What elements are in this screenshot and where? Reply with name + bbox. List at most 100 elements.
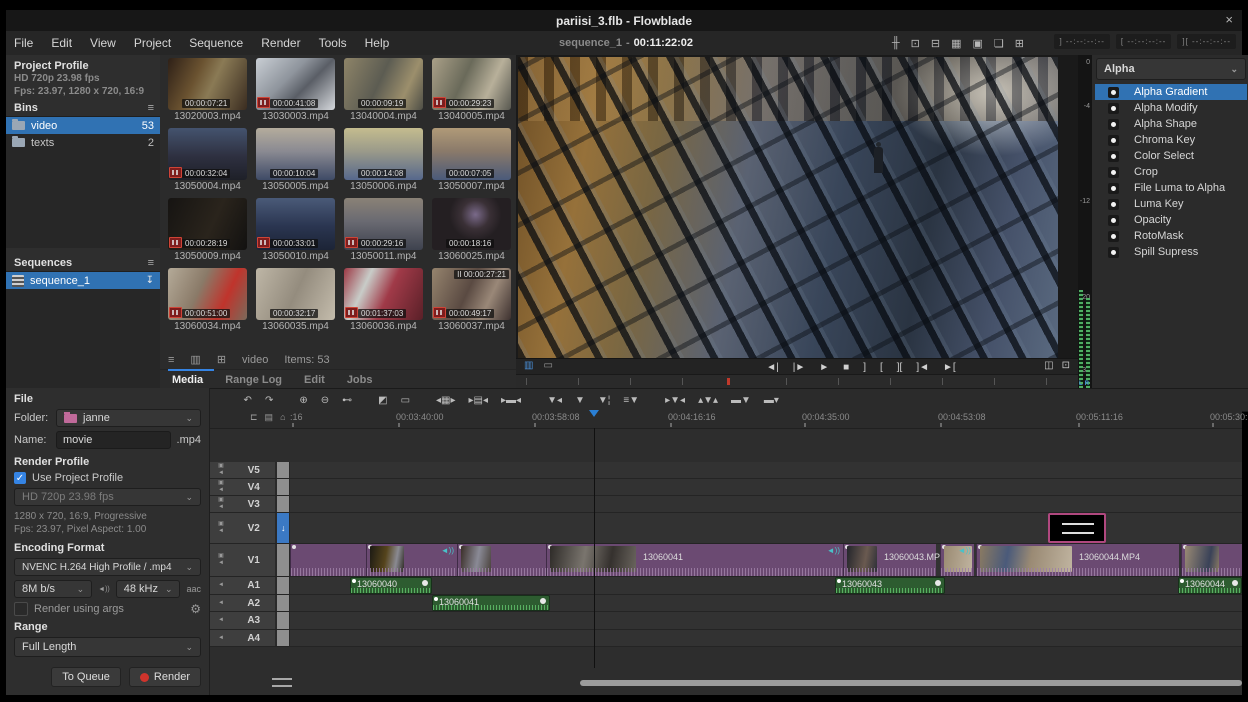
track-active-toggle[interactable] [276, 496, 290, 512]
media-thumbnail[interactable]: 00:00:32:04 [168, 128, 247, 180]
video-clip[interactable]: 13060043.MP4 [843, 544, 936, 576]
toolbar-icon[interactable]: ▦ [951, 37, 961, 50]
transport-button[interactable]: ◄| [766, 362, 779, 373]
media-thumbnail[interactable]: 00:00:07:05 [432, 128, 511, 180]
ruler-option-icon[interactable]: ⌂ [280, 412, 285, 423]
filter-item[interactable]: Crop [1095, 164, 1247, 180]
remove-keyframe-icon[interactable]: ⊖ [321, 395, 329, 406]
track-head[interactable]: ▣ ◄ A3 [210, 612, 276, 629]
ruler-option-icon[interactable]: ▤ [265, 412, 274, 423]
media-item[interactable]: 00:00:32:17 13060035.mp4 [254, 268, 337, 332]
track-active-toggle[interactable] [276, 479, 290, 495]
media-tab[interactable]: Range Log [225, 374, 282, 386]
track-active-toggle[interactable]: ↓ [276, 513, 290, 543]
menu-item[interactable]: Edit [51, 36, 72, 50]
sequences-menu-icon[interactable]: ≡ [148, 257, 154, 269]
toolbar-icon[interactable]: ▣ [973, 37, 983, 50]
track-mute-icon[interactable]: ◄ [218, 504, 224, 511]
track-active-toggle[interactable] [276, 595, 290, 611]
track-display-icon[interactable]: ▣ [218, 463, 224, 470]
track-mute-icon[interactable]: ◄ [218, 560, 224, 567]
lane-v4[interactable] [290, 479, 1242, 496]
track-display-icon[interactable]: ▣ [218, 553, 224, 560]
media-thumbnail[interactable]: 00:00:29:23 [432, 58, 511, 110]
video-clip[interactable]: ◄)) [366, 544, 457, 576]
lane-a2[interactable]: 13060041 [290, 595, 1242, 612]
media-thumbnail[interactable]: 00:01:37:03 [344, 268, 423, 320]
lane-a3[interactable] [290, 612, 1242, 630]
media-tab[interactable]: Jobs [347, 374, 373, 386]
undo-button[interactable]: ↶ [244, 395, 252, 406]
timeline-ruler[interactable]: ⊏▤⌂ :1600:03:40:0000:03:58:0800:04:16:16… [210, 410, 1242, 429]
mute-clip-icon[interactable]: ▬▼ [731, 395, 751, 406]
filter-item[interactable]: Alpha Gradient [1095, 84, 1247, 100]
media-item[interactable]: 00:00:07:05 13050007.mp4 [430, 128, 513, 192]
media-menu-icon[interactable]: ≡ [168, 354, 174, 366]
track-mute-icon[interactable]: ◄ [218, 487, 224, 494]
filter-item[interactable]: File Luma to Alpha [1095, 180, 1247, 196]
lane-v2[interactable] [290, 513, 1242, 544]
filter-item[interactable]: Color Select [1095, 148, 1247, 164]
audio-clip[interactable]: 13060040 [350, 577, 432, 594]
track-display-icon[interactable]: ▣ [218, 480, 224, 487]
media-item[interactable]: 00:00:51:00 13060034.mp4 [166, 268, 249, 332]
lane-v3[interactable] [290, 496, 1242, 513]
resync-icon[interactable]: ▸▼◂ [665, 395, 685, 406]
use-project-profile-checkbox[interactable]: ✓ [14, 472, 26, 484]
monitor-view-icon[interactable]: ◫ [1044, 360, 1053, 371]
insert-icon[interactable]: ▼¦ [598, 395, 611, 406]
video-clip[interactable] [457, 544, 546, 576]
toolbar-icon[interactable]: ⊟ [931, 37, 940, 50]
ruler-option-icon[interactable]: ⊏ [250, 412, 258, 423]
track-head[interactable]: ▣ ◄ A1 [210, 577, 276, 594]
media-item[interactable]: 00:00:29:23 13040005.mp4 [430, 58, 513, 122]
append-icon[interactable]: ≡▼ [623, 395, 639, 406]
video-clip[interactable]: 13060041 ◄)) [546, 544, 843, 576]
monitor-mode-icon[interactable]: ▭ [543, 360, 552, 371]
media-item[interactable]: 00:00:33:01 13050010.mp4 [254, 198, 337, 262]
track-mute-icon[interactable]: ◄ [218, 600, 224, 607]
media-item[interactable]: 00:00:14:08 13050006.mp4 [342, 128, 425, 192]
add-keyframe-icon[interactable]: ⊕ [299, 395, 307, 406]
media-thumbnail[interactable]: 00:00:10:04 [256, 128, 335, 180]
track-mute-icon[interactable]: ◄ [218, 582, 224, 589]
panel-resize-grip[interactable] [272, 678, 292, 687]
toolbar-icon[interactable]: ❏ [994, 37, 1004, 50]
menu-item[interactable]: Project [134, 36, 171, 50]
track-head[interactable]: ▣ ◄ V4 [210, 479, 276, 495]
transport-button[interactable]: ► [819, 362, 829, 373]
media-tab[interactable]: Edit [304, 374, 325, 386]
gear-icon[interactable]: ⚙ [190, 602, 201, 616]
lane-v1[interactable]: ◄)) 13060041 ◄)) [290, 544, 1242, 577]
close-icon[interactable]: × [1225, 12, 1233, 27]
monitor-mode-icon[interactable]: ▥ [524, 360, 533, 371]
media-tab[interactable]: Media [172, 374, 203, 386]
timeline-render-icon[interactable]: ◩ [378, 395, 387, 406]
media-item[interactable]: 00:00:09:19 13040004.mp4 [342, 58, 425, 122]
filter-item[interactable]: Opacity [1095, 212, 1247, 228]
media-thumbnail[interactable]: 00:00:07:21 [168, 58, 247, 110]
toolbar-icon[interactable]: ⊞ [1015, 37, 1024, 50]
toolbar-icon[interactable]: ⊡ [911, 37, 920, 50]
media-thumbnail[interactable]: 00:00:29:16 [344, 198, 423, 250]
monitor-view-icon[interactable]: ⊡ [1062, 360, 1070, 371]
range-select[interactable]: Full Length ⌄ [14, 637, 201, 657]
filter-item[interactable]: Spill Supress [1095, 244, 1247, 260]
filter-item[interactable]: Luma Key [1095, 196, 1247, 212]
title-clip-selected[interactable] [1048, 513, 1106, 543]
monitor-scrub-bar[interactable] [516, 374, 1078, 389]
sequence-row[interactable]: sequence_1 ↧ [6, 272, 160, 289]
audio-clip[interactable]: 13060043 [835, 577, 945, 594]
media-thumbnail[interactable]: 00:00:32:17 [256, 268, 335, 320]
track-head[interactable]: ▣ ◄ V2 [210, 513, 276, 543]
track-mute-icon[interactable]: ◄ [218, 635, 224, 642]
media-item[interactable]: 00:00:41:08 13030003.mp4 [254, 58, 337, 122]
ripple-delete-icon[interactable]: ▸▬◂ [501, 395, 521, 406]
splice-out-icon[interactable]: ◂▦▸ [436, 395, 456, 406]
audio-clip[interactable]: 13060044 [1178, 577, 1242, 594]
media-item[interactable]: 00:00:49:17 II 00:00:27:21 13060037.mp4 [430, 268, 513, 332]
track-head[interactable]: ▣ ◄ V5 [210, 462, 276, 478]
media-item[interactable]: 00:00:29:16 13050011.mp4 [342, 198, 425, 262]
transport-button[interactable]: [ [880, 362, 883, 373]
track-head[interactable]: ▣ ◄ A4 [210, 630, 276, 646]
